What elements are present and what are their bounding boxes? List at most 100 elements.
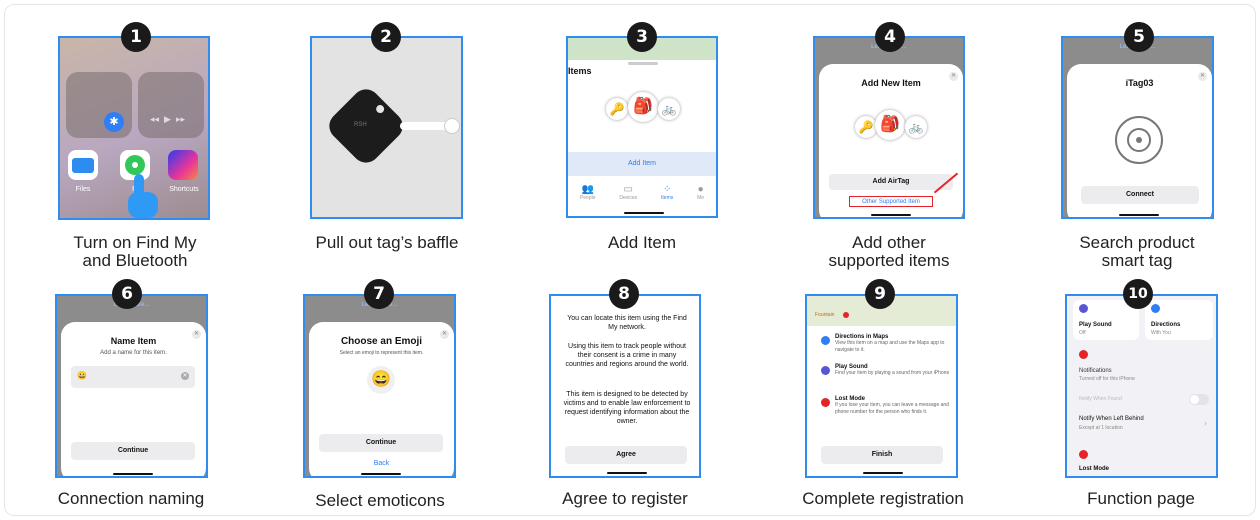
step-9-caption: Complete registration (763, 490, 1003, 508)
add-airtag-button[interactable]: Add AirTag (829, 174, 953, 190)
feature-directions-desc: View this item on a map and use the Maps… (835, 340, 945, 353)
step-3-caption: Add Item (522, 234, 762, 252)
back-button[interactable]: Back (309, 460, 454, 467)
directions-card[interactable]: Directions With You (1145, 300, 1213, 340)
add-new-item-sheet: ✕ Add New Item 🔑 🎒 🚲 Add AirTag Other Su… (819, 64, 963, 217)
step-7-badge: 7 (364, 279, 394, 309)
step-2-badge: 2 (371, 22, 401, 52)
step-1-screenshot: ✱ ◂◂ ▶ ▸▸ Files Fi Shortcuts (58, 36, 210, 220)
bicycle-icon: 🚲 (905, 116, 927, 138)
shortcuts-label: Shortcuts (169, 186, 199, 193)
continue-button[interactable]: Continue (319, 434, 443, 452)
tab-people[interactable]: 👥 People (580, 184, 596, 208)
continue-button[interactable]: Continue (71, 442, 195, 460)
directions-icon (1151, 304, 1160, 313)
step-5-caption: Search product smart tag (1017, 234, 1257, 270)
notify-when-found-toggle[interactable] (1189, 394, 1209, 405)
other-supported-item-button[interactable]: Other Supported Item (849, 196, 933, 207)
step-10-caption-line1: Function page (1087, 489, 1195, 508)
step-3-caption-line1: Add Item (607, 233, 677, 252)
key-icon: 🔑 (606, 98, 628, 120)
step-4-caption-line1: Add other (852, 233, 926, 252)
step-8-caption-line1: Agree to register (562, 489, 688, 508)
step-9-screenshot: Fountain Directions in Maps View this it… (805, 294, 958, 478)
notifications-label: Notifications (1079, 368, 1112, 374)
step-1-badge: 1 (121, 22, 151, 52)
notify-left-behind-row[interactable]: Notify When Left Behind Except at 1 loca… (1073, 414, 1213, 436)
agree-para-3: This item is designed to be detected by … (563, 391, 691, 425)
name-input[interactable]: 😀 ✕ (71, 366, 195, 388)
step-4-caption-line2: supported items (828, 251, 950, 270)
directions-icon (821, 336, 830, 345)
home-indicator (113, 473, 153, 475)
sheet-grabber[interactable] (628, 62, 658, 65)
step-8-screenshot: You can locate this item using the Find … (549, 294, 701, 478)
step-6-badge: 6 (112, 279, 142, 309)
step-8-caption: Agree to register (505, 490, 745, 508)
step-10-badge: 10 (1123, 279, 1153, 309)
notifications-section: Notifications Turned off for this iPhone (1073, 346, 1213, 386)
notify-when-found-label: Notify When Found (1079, 396, 1122, 402)
shortcuts-app-icon[interactable] (168, 150, 198, 180)
step-4-screenshot: Learn More... ✕ Add New Item 🔑 🎒 🚲 Add A… (813, 36, 965, 219)
play-sound-icon (821, 366, 830, 375)
notify-left-behind-sub: Except at 1 location (1079, 425, 1123, 431)
play-sound-sub: Off (1079, 330, 1086, 336)
clear-icon[interactable]: ✕ (181, 372, 189, 380)
step-9-badge: 9 (865, 279, 895, 309)
notify-left-behind-label: Notify When Left Behind (1079, 416, 1144, 422)
bluetooth-icon[interactable]: ✱ (104, 112, 124, 132)
add-new-item-title: Add New Item (861, 78, 921, 88)
step-5-caption-line1: Search product (1079, 233, 1195, 252)
emoji-value: 😀 (77, 371, 87, 380)
lock-icon (821, 398, 830, 407)
baffle-pull-tab[interactable] (444, 118, 460, 134)
step-6-screenshot: Learn More... ✕ Name Item Add a name for… (55, 294, 208, 478)
directions-label: Directions (1151, 322, 1181, 328)
findmy-radar-icon (125, 155, 145, 175)
files-app-icon[interactable] (68, 150, 98, 180)
name-item-sheet: ✕ Name Item Add a name for this item. 😀 … (61, 322, 206, 476)
media-panel: ◂◂ ▶ ▸▸ (138, 72, 204, 138)
finish-button[interactable]: Finish (821, 446, 943, 464)
connectivity-panel: ✱ (66, 72, 132, 138)
media-controls-icon[interactable]: ◂◂ ▶ ▸▸ (150, 114, 185, 125)
feature-lost-mode: Lost Mode If you lose your item, you can… (835, 396, 953, 416)
step-7-caption-line1: Select emoticons (315, 491, 445, 510)
tab-bar: 👥 People ▭ Devices ⁘ Items ● Me (568, 184, 716, 208)
key-icon: 🔑 (855, 116, 877, 138)
step-2-caption: Pull out tag’s baffle (267, 234, 507, 252)
tab-items[interactable]: ⁘ Items (661, 184, 673, 208)
notifications-sub: Turned off for this iPhone (1079, 376, 1135, 382)
bell-icon (1079, 350, 1088, 359)
items-title: Items (568, 66, 592, 76)
feature-directions: Directions in Maps View this item on a m… (835, 334, 953, 354)
step-2-screenshot: RSH (310, 36, 463, 219)
step-7-caption: Select emoticons (260, 492, 500, 510)
step-4-caption: Add other supported items (769, 234, 1009, 270)
lost-mode-label[interactable]: Lost Mode (1079, 466, 1109, 472)
emoji-picker[interactable]: 😄 (367, 366, 395, 394)
home-indicator (607, 472, 647, 474)
step-4-badge: 4 (875, 22, 905, 52)
backpack-icon: 🎒 (875, 110, 905, 140)
lock-icon (1079, 450, 1088, 459)
tab-me[interactable]: ● Me (697, 184, 704, 208)
add-item-button[interactable]: Add Item (568, 152, 716, 176)
directions-sub: With You (1151, 330, 1171, 336)
tag-name-title: iTag03 (1125, 78, 1154, 88)
play-sound-label: Play Sound (1079, 322, 1112, 328)
agree-button[interactable]: Agree (565, 446, 687, 464)
radar-icon (1115, 116, 1163, 164)
step-10-caption: Function page (1021, 490, 1260, 508)
step-6-caption-line1: Connection naming (57, 489, 205, 508)
play-icon (1079, 304, 1088, 313)
choose-emoji-title: Choose an Emoji (340, 336, 423, 347)
files-label: Files (75, 186, 91, 193)
step-3-screenshot: Items 🔑 🎒 🚲 Add Item 👥 People ▭ Devices ⁘ I… (566, 36, 718, 218)
connect-button[interactable]: Connect (1081, 186, 1199, 204)
step-2-caption-line1: Pull out tag’s baffle (315, 233, 459, 252)
step-1-caption-line1: Turn on Find My (73, 233, 197, 252)
tab-devices[interactable]: ▭ Devices (619, 184, 637, 208)
feature-play-sound: Play Sound Find your item by playing a s… (835, 364, 953, 377)
